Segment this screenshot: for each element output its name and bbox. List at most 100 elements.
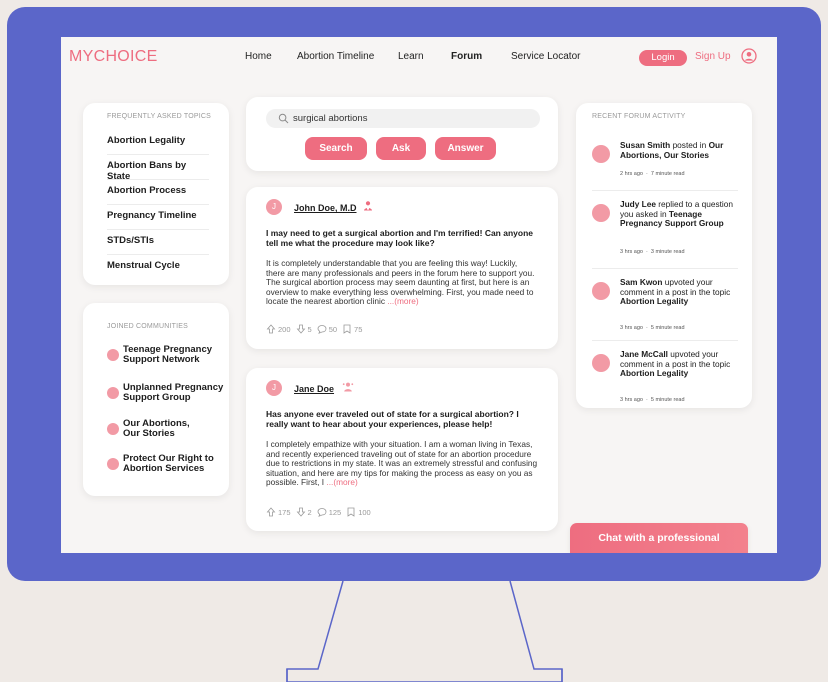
downvote-icon — [296, 507, 305, 517]
faq-item[interactable]: Abortion Legality — [107, 135, 211, 146]
upvote-button[interactable]: 200 — [266, 324, 291, 334]
forum-post: J Jane Doe Has anyone ever traveled out … — [246, 368, 558, 531]
activity-item[interactable]: Judy Lee replied to a question you asked… — [592, 199, 738, 260]
chat-with-professional-button[interactable]: Chat with a professional — [570, 523, 748, 553]
community-item[interactable]: Teenage Pregnancy Support Network — [107, 345, 227, 375]
peer-badge-icon — [342, 382, 354, 392]
activity-text: Judy Lee replied to a question you asked… — [620, 199, 733, 229]
nav-service-locator[interactable]: Service Locator — [511, 51, 580, 62]
community-item[interactable]: Unplanned Pregnancy Support Group — [107, 383, 227, 413]
post-stats: 200 5 50 75 — [266, 324, 367, 334]
faq-title: FREQUENTLY ASKED TOPICS — [107, 113, 212, 120]
read-more-link[interactable]: ...(more) — [387, 296, 418, 307]
signup-link[interactable]: Sign Up — [695, 51, 731, 62]
divider — [592, 340, 738, 341]
search-icon — [278, 113, 289, 124]
post-body: It is completely understandable that you… — [266, 258, 538, 307]
activity-item[interactable]: Sam Kwon upvoted your comment in a post … — [592, 277, 738, 333]
faq-item[interactable]: Menstrual Cycle — [107, 260, 211, 271]
divider — [592, 268, 738, 269]
logo[interactable]: MYCHOICE — [69, 48, 158, 66]
forum-post: J John Doe, M.D I may need to get a surg… — [246, 187, 558, 349]
faq-item[interactable]: Pregnancy Timeline — [107, 210, 211, 221]
save-count: 75 — [354, 324, 363, 334]
app-screen: MYCHOICE Home Abortion Timeline Learn Fo… — [61, 37, 777, 553]
community-avatar-icon — [107, 423, 119, 435]
activity-text: Sam Kwon upvoted your comment in a post … — [620, 277, 731, 307]
upvote-icon — [266, 324, 276, 334]
divider — [592, 190, 738, 191]
nav-learn[interactable]: Learn — [398, 51, 424, 62]
activity-item[interactable]: Jane McCall upvoted your comment in a po… — [592, 349, 738, 405]
post-title[interactable]: Has anyone ever traveled out of state fo… — [266, 409, 536, 429]
post-stats: 175 2 125 100 — [266, 507, 376, 517]
read-more-link[interactable]: ...(more) — [326, 477, 357, 488]
activity-meta: 3 hrs ago · 5 minute read — [620, 325, 685, 331]
group-avatar-icon — [592, 204, 610, 222]
recent-title: RECENT FORUM ACTIVITY — [592, 113, 686, 120]
community-label: Teenage Pregnancy Support Network — [123, 344, 213, 365]
group-avatar-icon — [592, 282, 610, 300]
search-button[interactable]: Search — [305, 137, 367, 160]
upvote-icon — [266, 507, 276, 517]
account-icon[interactable] — [741, 48, 757, 64]
answer-button[interactable]: Answer — [435, 137, 496, 160]
comment-icon — [317, 325, 327, 334]
professional-badge-icon — [364, 201, 372, 211]
search-box[interactable] — [266, 109, 540, 128]
comment-count: 125 — [328, 507, 342, 517]
faq-card: FREQUENTLY ASKED TOPICS Abortion Legalit… — [83, 103, 229, 285]
search-input[interactable] — [293, 111, 523, 126]
comment-button[interactable]: 50 — [317, 324, 337, 334]
activity-meta: 3 hrs ago · 5 minute read — [620, 397, 685, 403]
upvote-button[interactable]: 175 — [266, 507, 291, 517]
faq-item[interactable]: STDs/STIs — [107, 235, 211, 246]
activity-text: Susan Smith posted in Our Abortions, Our… — [620, 140, 724, 160]
communities-card: JOINED COMMUNITIES Teenage Pregnancy Sup… — [83, 303, 229, 496]
post-title[interactable]: I may need to get a surgical abortion an… — [266, 228, 536, 248]
search-card: Search Ask Answer — [246, 97, 558, 171]
community-item[interactable]: Protect Our Right to Abortion Services — [107, 454, 227, 484]
bookmark-icon — [347, 507, 355, 517]
downvote-button[interactable]: 2 — [296, 507, 312, 517]
save-count: 100 — [358, 507, 371, 517]
nav-home[interactable]: Home — [245, 51, 272, 62]
activity-meta: 3 hrs ago · 3 minute read — [620, 249, 685, 255]
recent-activity-card: RECENT FORUM ACTIVITY Susan Smith posted… — [576, 103, 752, 408]
save-button[interactable]: 75 — [342, 324, 362, 334]
downvote-button[interactable]: 5 — [296, 324, 312, 334]
community-label: Protect Our Right to Abortion Services — [123, 453, 214, 474]
post-body: I completely empathize with your situati… — [266, 439, 538, 488]
post-author[interactable]: Jane Doe — [294, 384, 334, 394]
bookmark-icon — [343, 324, 351, 334]
community-label: Our Abortions, Our Stories — [123, 418, 190, 439]
login-button[interactable]: Login — [639, 50, 687, 66]
comment-button[interactable]: 125 — [317, 507, 342, 517]
downvote-count: 5 — [307, 324, 312, 334]
communities-title: JOINED COMMUNITIES — [107, 323, 188, 330]
save-button[interactable]: 100 — [346, 507, 371, 517]
community-avatar-icon — [107, 349, 119, 361]
nav-abortion-timeline[interactable]: Abortion Timeline — [297, 51, 374, 62]
divider — [107, 204, 209, 205]
faq-item[interactable]: Abortion Process — [107, 185, 211, 196]
monitor-frame: MYCHOICE Home Abortion Timeline Learn Fo… — [7, 7, 821, 581]
divider — [107, 229, 209, 230]
community-label: Unplanned Pregnancy Support Group — [123, 382, 224, 403]
upvote-count: 200 — [278, 324, 291, 334]
post-author[interactable]: John Doe, M.D — [294, 203, 357, 213]
activity-item[interactable]: Susan Smith posted in Our Abortions, Our… — [592, 140, 738, 181]
activity-text: Jane McCall upvoted your comment in a po… — [620, 349, 731, 379]
community-item[interactable]: Our Abortions, Our Stories — [107, 419, 227, 449]
nav-forum[interactable]: Forum — [451, 51, 482, 62]
divider — [107, 179, 209, 180]
group-avatar-icon — [592, 354, 610, 372]
group-avatar-icon — [592, 145, 610, 163]
downvote-count: 2 — [307, 507, 312, 517]
community-avatar-icon — [107, 458, 119, 470]
top-nav: MYCHOICE Home Abortion Timeline Learn Fo… — [61, 37, 777, 79]
avatar: J — [266, 199, 282, 215]
comment-count: 50 — [328, 324, 338, 334]
avatar: J — [266, 380, 282, 396]
ask-button[interactable]: Ask — [376, 137, 426, 160]
